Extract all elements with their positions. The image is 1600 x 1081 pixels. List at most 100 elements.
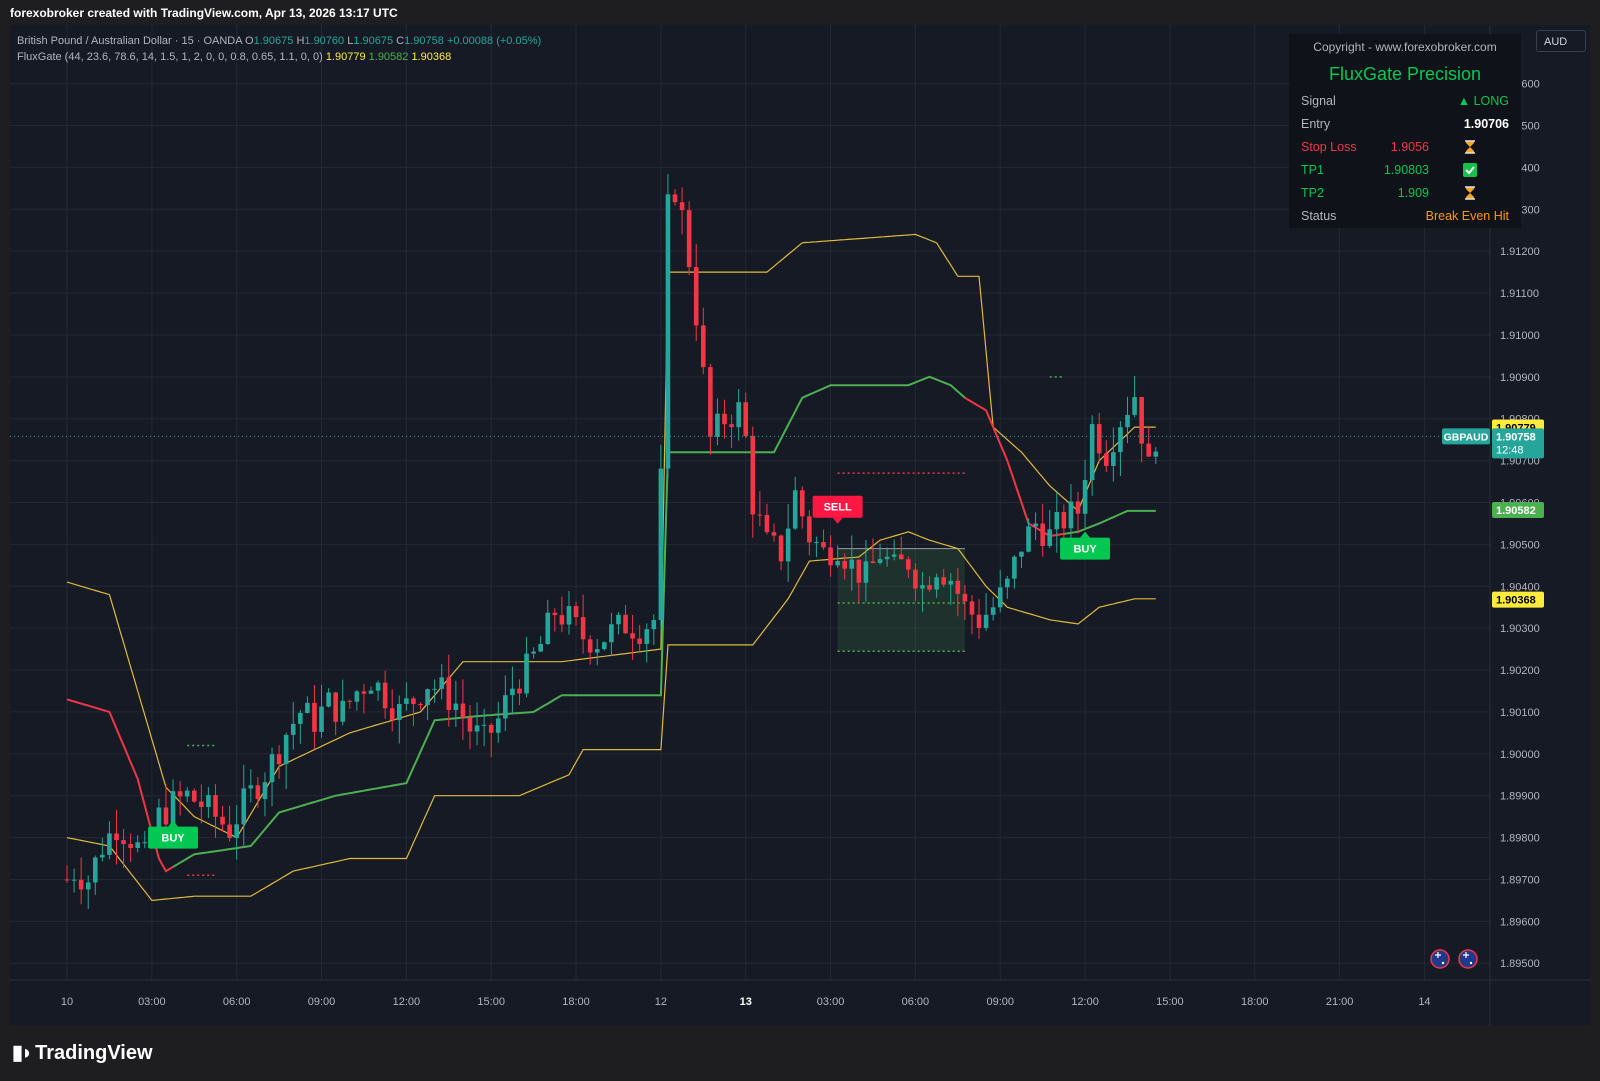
candle-body [1047, 529, 1053, 546]
y-tick-label: 1.90000 [1500, 749, 1540, 761]
candle-body [241, 788, 247, 825]
candle [474, 702, 480, 746]
candle-body [863, 561, 869, 583]
candle-body [906, 559, 911, 570]
candle-body [580, 617, 586, 640]
close-value: 1.90758 [404, 35, 444, 47]
candle-body [948, 580, 954, 585]
candle-body [644, 629, 650, 644]
candle-body [552, 612, 558, 616]
y-tick-label: 1.90900 [1500, 372, 1540, 384]
candle [85, 875, 91, 910]
candle [389, 689, 395, 732]
candle-body [163, 807, 169, 825]
candle [587, 635, 593, 665]
price-axis-label: 1.9075812:48 GBPAUD [1442, 428, 1544, 459]
candle [729, 414, 734, 448]
candle-body [382, 682, 388, 709]
candle-body [85, 882, 91, 890]
candle [411, 696, 416, 727]
candle [488, 722, 494, 758]
candle-body [913, 569, 918, 589]
candle-body [128, 844, 133, 849]
signal-text: SELL [824, 502, 852, 514]
candle [177, 781, 183, 816]
x-tick-label: 18:00 [562, 996, 590, 1008]
candle-body [693, 267, 699, 326]
panel-row-tp2: TP2 1.909 [1301, 186, 1509, 208]
candle-body [1033, 523, 1038, 527]
candle-body [799, 490, 805, 517]
candle-body [743, 402, 749, 436]
candle-body [665, 194, 671, 469]
y-tick-label: 1.90300 [1500, 623, 1540, 635]
candle [693, 243, 699, 341]
symbol-tag-text: GBPAUD [1444, 431, 1489, 443]
candle-body [962, 593, 968, 602]
buy-signal-label[interactable]: BUY [148, 820, 199, 849]
candle [792, 476, 798, 530]
candle-body [1040, 523, 1045, 546]
candle [517, 679, 522, 706]
candle [290, 701, 296, 750]
candle [545, 599, 551, 645]
candle-body [990, 607, 996, 615]
candle-body [594, 649, 600, 653]
tradingview-logo[interactable]: ▮◗ TradingView [12, 1040, 153, 1065]
candle [220, 805, 225, 832]
candle [347, 699, 353, 709]
x-tick-label: 12 [655, 996, 667, 1008]
candle [799, 486, 805, 529]
candle-body [326, 692, 331, 707]
sell-signal-label[interactable]: SELL [812, 495, 863, 524]
candle-body [1005, 578, 1010, 588]
candle [333, 691, 338, 736]
y-tick-label: 1.89900 [1500, 791, 1540, 803]
candle-body [842, 561, 847, 569]
candle [213, 784, 218, 838]
symbol-name[interactable]: British Pound / Australian Dollar · 15 ·… [17, 35, 242, 47]
candle [404, 682, 409, 711]
candle [269, 747, 275, 807]
au-flag-event-icon[interactable] [1458, 949, 1478, 969]
candle [1139, 396, 1144, 463]
candle-body [630, 633, 635, 639]
candle [538, 636, 543, 653]
candle-body [92, 857, 98, 883]
candle-body [71, 879, 77, 881]
x-tick-label: 03:00 [138, 996, 166, 1008]
candle-body [545, 612, 551, 644]
candle-body [602, 642, 607, 650]
candle [107, 821, 112, 860]
x-tick-label: 21:00 [1326, 996, 1354, 1008]
candle [1040, 503, 1045, 557]
candle [609, 612, 614, 657]
candle [199, 784, 204, 824]
candle [1005, 576, 1010, 599]
candle [715, 398, 720, 446]
open-label: O [245, 35, 254, 47]
tp2-label: TP2 [1301, 186, 1324, 200]
currency-selector[interactable]: AUD [1536, 30, 1586, 52]
candle-body [114, 833, 119, 841]
candle [418, 702, 423, 710]
candle [425, 688, 430, 721]
candle [1146, 427, 1152, 457]
buy-signal-label[interactable]: BUY [1060, 531, 1111, 560]
candle [439, 664, 445, 700]
candle-body [729, 424, 734, 428]
panel-row-entry: Entry 1.90706 [1301, 117, 1509, 139]
candle-body [870, 561, 876, 563]
candle [1118, 421, 1123, 476]
au-flag-event-icon[interactable] [1430, 949, 1450, 969]
candle [616, 612, 621, 635]
candle-body [425, 689, 430, 705]
candle [354, 689, 360, 711]
candle-body [927, 585, 932, 590]
y-tick-label: 1.90200 [1500, 665, 1540, 677]
candle [743, 392, 749, 439]
candle [503, 675, 508, 732]
candle [460, 679, 466, 740]
indicator-name[interactable]: FluxGate (44, 23.6, 78.6, 14, 1.5, 1, 2,… [17, 51, 323, 63]
entry-label: Entry [1301, 117, 1331, 131]
